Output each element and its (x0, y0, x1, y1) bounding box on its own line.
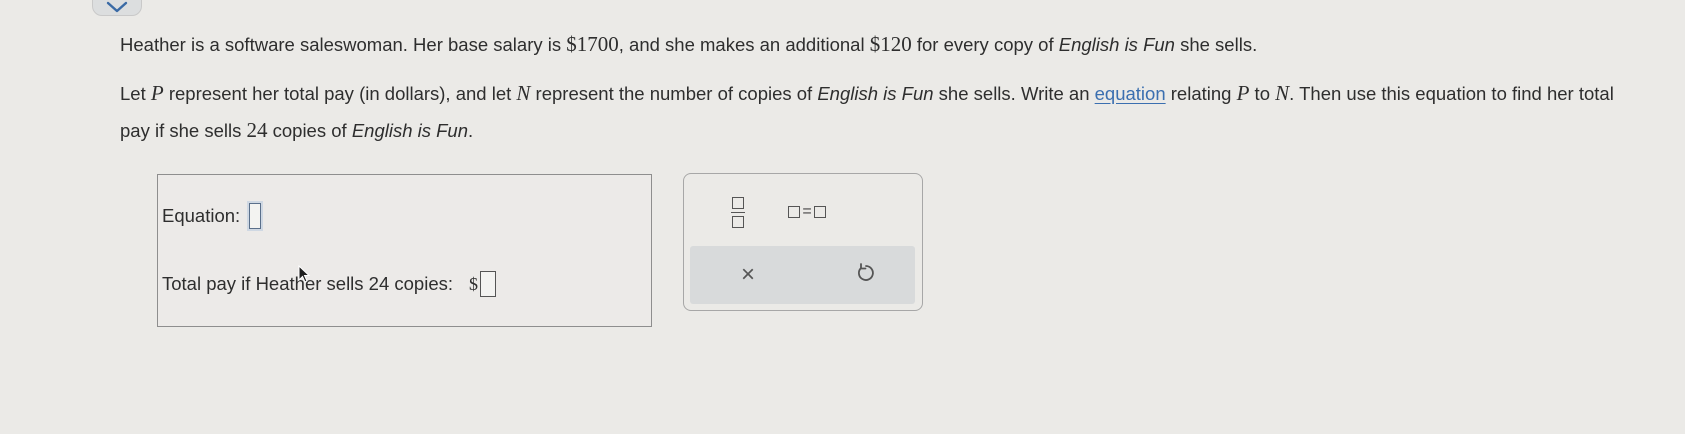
book-title: English is Fun (817, 83, 934, 104)
variable-n: N (1275, 81, 1290, 105)
equation-row: Equation: (162, 203, 262, 229)
chevron-down-icon (106, 1, 128, 13)
action-bar: × (690, 246, 915, 304)
dollar-prefix: $ (469, 273, 479, 294)
fraction-button[interactable] (720, 192, 756, 232)
problem-statement: Heather is a software saleswoman. Her ba… (120, 26, 1640, 149)
variable-n: N (516, 81, 531, 105)
undo-button[interactable] (848, 258, 884, 292)
equation-label: Equation: (162, 205, 241, 226)
answer-box: Equation: Total pay if Heather sells 24 … (157, 174, 652, 327)
equation-link[interactable]: equation (1095, 83, 1166, 104)
clear-button[interactable]: × (730, 258, 766, 292)
box-equals-box-icon: = (788, 203, 826, 221)
problem-line-1: Heather is a software saleswoman. Her ba… (120, 32, 1258, 56)
variable-p: P (1236, 81, 1250, 105)
equation-input[interactable] (249, 203, 262, 229)
equation-template-button[interactable]: = (777, 198, 837, 226)
collapse-toggle[interactable] (92, 0, 142, 16)
per-copy-rate: $120 (869, 32, 912, 56)
book-title: English is Fun (351, 120, 469, 141)
fraction-icon (731, 196, 745, 228)
copies-count: 24 (246, 118, 268, 142)
equals-sign: = (802, 203, 812, 220)
close-icon: × (740, 261, 755, 288)
problem-line-2: Let P represent her total pay (in dollar… (120, 81, 1614, 142)
math-toolbar: = × (683, 173, 923, 311)
variable-p: P (150, 81, 164, 105)
total-pay-row: Total pay if Heather sells 24 copies: $ (162, 271, 497, 297)
base-salary: $1700 (566, 32, 619, 56)
total-pay-input[interactable] (480, 271, 497, 297)
book-title: English is Fun (1058, 34, 1175, 55)
undo-icon (855, 262, 877, 289)
mouse-cursor-icon (298, 264, 312, 288)
